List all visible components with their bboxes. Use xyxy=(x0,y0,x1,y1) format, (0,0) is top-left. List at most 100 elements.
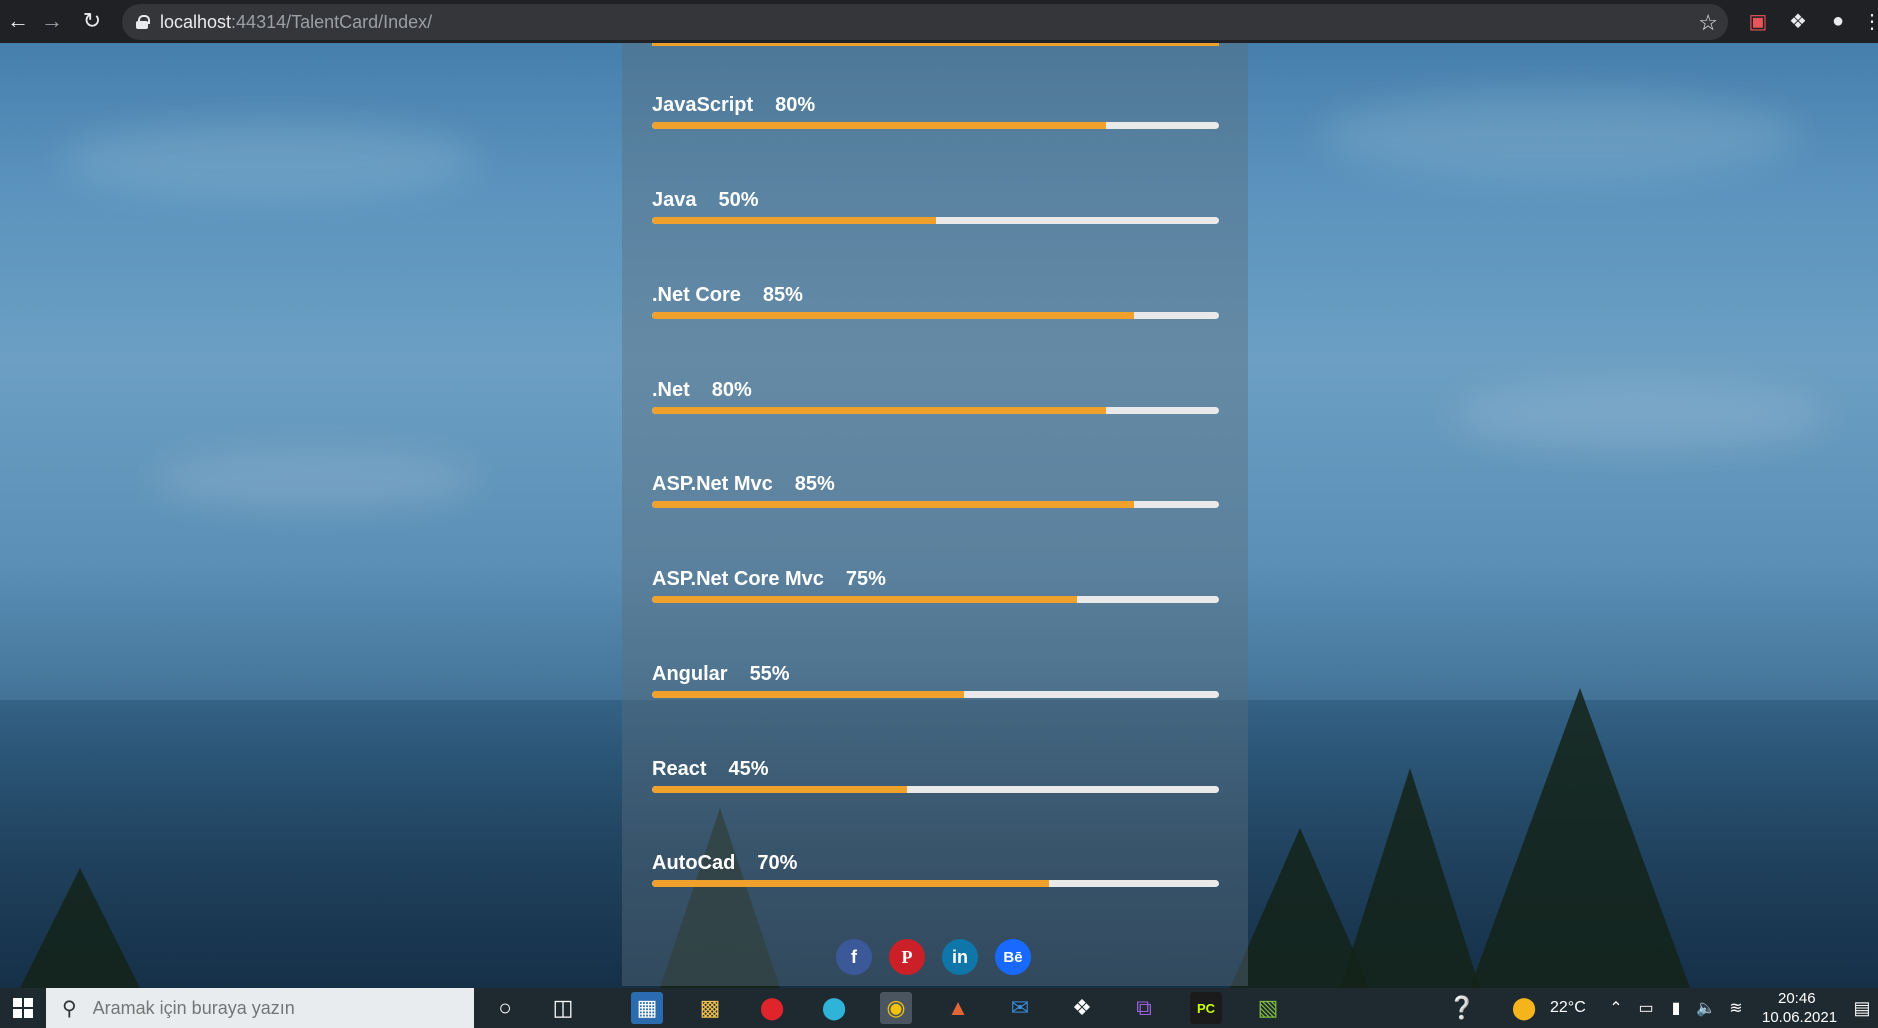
skill-progress-bar xyxy=(652,691,1219,698)
skill-item: Java 50% xyxy=(652,186,1219,224)
background-cloud xyxy=(150,450,480,510)
help-icon[interactable]: ❔ xyxy=(1446,992,1478,1024)
weather-sun-icon[interactable]: ⬤ xyxy=(1508,992,1540,1024)
skill-name: .Net xyxy=(652,378,690,401)
skill-progress-fill xyxy=(652,122,1106,129)
skill-percent: 75% xyxy=(845,567,886,590)
skill-progress-bar xyxy=(652,880,1219,887)
skill-percent: 85% xyxy=(762,283,803,306)
opera-icon[interactable]: ⬤ xyxy=(756,992,788,1024)
skill-progress-bar xyxy=(652,122,1219,129)
skill-name: ASP.Net Core Mvc xyxy=(652,567,824,590)
puzzle-icon[interactable]: ❖ xyxy=(1786,9,1810,33)
meet-now-icon[interactable]: ▭ xyxy=(1630,992,1662,1024)
background-cloud xyxy=(1320,90,1800,180)
url-text: localhost:44314/TalentCard/Index/ xyxy=(160,11,433,32)
skill-item: React 45% xyxy=(652,755,1219,793)
store-icon[interactable]: ▦ xyxy=(631,992,663,1024)
mail-icon[interactable]: ✉ xyxy=(1004,992,1036,1024)
skill-name: JavaScript xyxy=(652,93,754,116)
skill-item: ASP.Net Mvc 85% xyxy=(652,470,1219,508)
background-tree xyxy=(1470,688,1690,988)
pinterest-icon[interactable]: P xyxy=(889,939,925,975)
windows-logo-icon xyxy=(13,998,33,1018)
pycharm-icon[interactable]: PC xyxy=(1190,992,1222,1024)
skill-percent: 45% xyxy=(728,757,769,780)
volume-icon[interactable]: 🔈 xyxy=(1690,992,1722,1024)
bookmark-star-icon[interactable]: ☆ xyxy=(1698,10,1718,36)
skill-progress-fill xyxy=(652,880,1049,887)
start-button[interactable] xyxy=(0,988,46,1028)
edge-icon[interactable]: ⬤ xyxy=(818,992,850,1024)
taskbar-search[interactable]: ⚲ xyxy=(46,988,474,1028)
skill-percent: 85% xyxy=(794,472,835,495)
skill-percent: 80% xyxy=(711,378,752,401)
skill-percent: 55% xyxy=(749,662,790,685)
skill-progress-bar xyxy=(652,596,1219,603)
talent-card-panel: JavaScript 80% Java 50% .Net Core 85% .Net 8… xyxy=(622,43,1248,986)
skill-item: .Net Core 85% xyxy=(652,281,1219,319)
skill-progress-bar xyxy=(652,312,1219,319)
windows-taskbar: ⚲ ○ ◫ ▦ ▩ ⬤ ⬤ ◉ ▲ ✉ ❖ ⧉ PC ▧ ❔ ⬤ 22°C ⌃ … xyxy=(0,988,1878,1028)
skill-name: Java xyxy=(652,188,697,211)
skill-progress-bar xyxy=(652,407,1219,414)
back-icon[interactable]: ← xyxy=(0,3,36,39)
skill-name: Angular xyxy=(652,662,728,685)
behance-icon[interactable]: Bē xyxy=(995,939,1031,975)
skill-progress-bar xyxy=(652,217,1219,224)
skill-progress-fill xyxy=(652,691,964,698)
background-tree xyxy=(20,868,140,988)
skill-percent: 50% xyxy=(718,188,759,211)
weather-temperature[interactable]: 22°C xyxy=(1550,999,1586,1017)
skill-progress-fill xyxy=(652,217,936,224)
extension-icon[interactable]: ▣ xyxy=(1746,9,1770,33)
skill-progress-fill xyxy=(652,407,1106,414)
background-cloud xyxy=(60,120,480,200)
menu-icon[interactable]: ⋮ xyxy=(1860,9,1878,33)
skill-percent: 70% xyxy=(757,851,798,874)
skill-progress-fill xyxy=(652,596,1078,603)
skill-item: JavaScript 80% xyxy=(652,91,1219,129)
visual-studio-icon[interactable]: ⧉ xyxy=(1128,992,1160,1024)
dropbox-icon[interactable]: ❖ xyxy=(1066,992,1098,1024)
address-bar[interactable]: localhost:44314/TalentCard/Index/ ☆ xyxy=(122,4,1728,40)
lock-icon xyxy=(136,15,150,29)
skill-progress-fill xyxy=(652,501,1134,508)
skill-item: ASP.Net Core Mvc 75% xyxy=(652,565,1219,603)
wifi-icon[interactable]: ≋ xyxy=(1720,992,1752,1024)
sticky-app-icon[interactable]: ▧ xyxy=(1252,992,1284,1024)
taskbar-search-input[interactable] xyxy=(90,996,435,1020)
file-explorer-icon[interactable]: ▩ xyxy=(694,992,726,1024)
task-view-icon[interactable]: ◫ xyxy=(547,992,579,1024)
progress-bar-tail xyxy=(652,43,1219,46)
skill-progress-fill xyxy=(652,312,1134,319)
background-cloud xyxy=(1450,380,1830,450)
skill-name: React xyxy=(652,757,707,780)
skill-percent: 80% xyxy=(775,93,816,116)
skill-name: ASP.Net Mvc xyxy=(652,472,773,495)
skill-progress-bar xyxy=(652,786,1219,793)
skill-item: Angular 55% xyxy=(652,660,1219,698)
reload-icon[interactable]: ↻ xyxy=(74,3,110,39)
clock-date[interactable]: 10.06.2021 xyxy=(1762,1009,1837,1026)
skill-progress-bar xyxy=(652,501,1219,508)
clock-time[interactable]: 20:46 xyxy=(1778,990,1816,1007)
matlab-icon[interactable]: ▲ xyxy=(942,992,974,1024)
search-icon: ⚲ xyxy=(62,997,77,1020)
skill-name: .Net Core xyxy=(652,283,741,306)
browser-toolbar: ← → ↻ localhost:44314/TalentCard/Index/ … xyxy=(0,0,1878,43)
skill-item: AutoCad 70% xyxy=(652,849,1219,887)
notification-icon[interactable]: ▤ xyxy=(1846,992,1878,1024)
skill-item: .Net 80% xyxy=(652,376,1219,414)
chrome-icon[interactable]: ◉ xyxy=(880,992,912,1024)
linkedin-icon[interactable]: in xyxy=(942,939,978,975)
skill-progress-fill xyxy=(652,786,908,793)
background-tree xyxy=(1230,828,1370,988)
profile-icon[interactable]: ● xyxy=(1826,9,1850,33)
chevron-up-icon[interactable]: ⌃ xyxy=(1600,992,1632,1024)
facebook-icon[interactable]: f xyxy=(836,939,872,975)
cortana-icon[interactable]: ○ xyxy=(489,992,521,1024)
skill-name: AutoCad xyxy=(652,851,736,874)
forward-icon[interactable]: → xyxy=(34,3,70,39)
battery-icon[interactable]: ▮ xyxy=(1660,992,1692,1024)
